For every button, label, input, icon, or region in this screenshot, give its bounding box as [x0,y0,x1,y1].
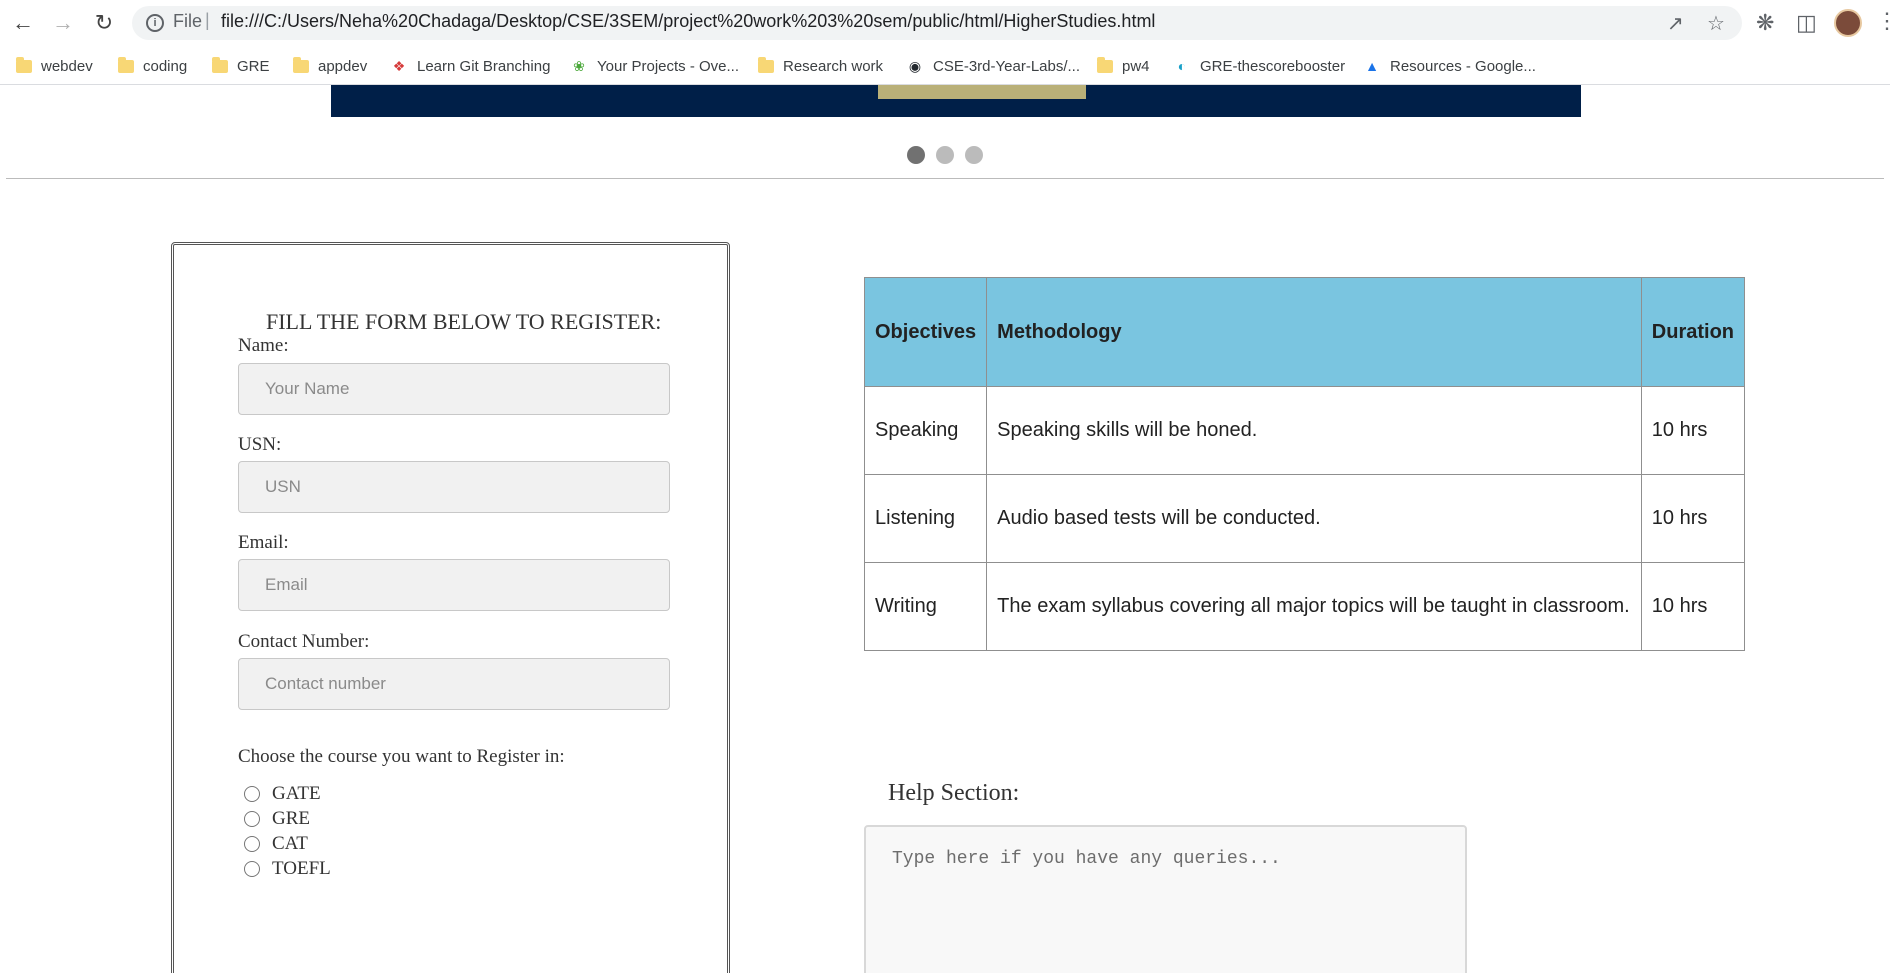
carousel-dot-3[interactable] [965,146,983,164]
bookmark-gre-thescorebooster[interactable]: ◐ GRE-thescorebooster [1173,55,1345,77]
bookmark-pw4[interactable]: pw4 [1097,55,1150,77]
radio-label: GATE [272,783,321,804]
contact-input[interactable] [238,658,670,710]
bookmark-your-projects[interactable]: ❀ Your Projects - Ove... [570,55,739,77]
cell-duration: 10 hrs [1640,474,1746,563]
carousel-banner [331,85,1581,117]
git-branch-icon: ❖ [392,57,406,74]
radio-cat[interactable]: CAT [244,833,308,855]
info-icon[interactable]: i [146,14,164,32]
carousel-dot-2[interactable] [936,146,954,164]
email-label: Email: [238,532,289,553]
table-row: Writing The exam syllabus covering all m… [863,562,1746,651]
usn-input[interactable] [238,461,670,513]
leaf-icon: ❀ [573,57,585,74]
bookmark-resources-google[interactable]: ▲ Resources - Google... [1363,55,1536,77]
back-arrow-icon[interactable]: ← [10,10,36,36]
cell-objective: Listening [863,474,988,563]
github-icon: ◉ [908,57,922,74]
folder-icon [1097,56,1113,73]
url-separator: | [205,10,210,30]
form-title: FILL THE FORM BELOW TO REGISTER: [266,309,662,334]
radio-gate[interactable]: GATE [244,783,321,805]
folder-icon [118,56,134,73]
bookmark-label: Research work [783,57,884,75]
header-objectives: Objectives [863,277,988,387]
course-prompt: Choose the course you want to Register i… [238,746,565,767]
help-textarea[interactable] [864,825,1467,973]
objectives-table: Objectives Methodology Duration Speaking… [863,277,1746,651]
folder-icon [212,56,228,73]
bookmarks-bar: webdev coding GRE appdev ❖ Learn Git Bran… [0,46,1890,85]
bookmark-webdev[interactable]: webdev [16,55,93,77]
bookmark-label: CSE-3rd-Year-Labs/... [933,57,1081,75]
radio-gre[interactable]: GRE [244,808,310,830]
bookmark-label: appdev [318,57,368,75]
bookmark-cse-labs[interactable]: ◉ CSE-3rd-Year-Labs/... [906,55,1080,77]
bookmark-label: Your Projects - Ove... [597,57,740,75]
cell-duration: 10 hrs [1640,386,1746,475]
header-methodology: Methodology [986,277,1642,387]
url-scheme-label: File [173,11,203,31]
bookmark-appdev[interactable]: appdev [293,55,367,77]
bookmark-label: Learn Git Branching [417,57,551,75]
side-panel-icon[interactable]: ◫ [1796,10,1817,36]
cell-methodology: Audio based tests will be conducted. [986,474,1642,563]
contact-label: Contact Number: [238,631,370,652]
table-row: Listening Audio based tests will be cond… [863,474,1746,563]
radio-toefl[interactable]: TOEFL [244,858,331,880]
usn-label: USN: [238,434,282,455]
radio-button[interactable] [244,861,260,877]
registration-form: FILL THE FORM BELOW TO REGISTER: Name: U… [171,242,730,973]
header-duration: Duration [1640,277,1746,387]
bookmark-label: coding [143,57,188,75]
cell-methodology: Speaking skills will be honed. [986,386,1642,475]
table-header-row: Objectives Methodology Duration [863,277,1746,387]
name-input[interactable] [238,363,670,415]
bookmark-label: GRE-thescorebooster [1200,57,1346,75]
bookmark-learn-git-branching[interactable]: ❖ Learn Git Branching [390,55,551,77]
share-icon[interactable]: ↗ [1667,11,1684,36]
page-content: FILL THE FORM BELOW TO REGISTER: Name: U… [0,85,1890,973]
radio-label: GRE [272,808,310,829]
menu-kebab-icon[interactable]: ⋮ [1876,8,1890,34]
bookmark-label: pw4 [1122,57,1150,75]
radio-button[interactable] [244,836,260,852]
cell-methodology: The exam syllabus covering all major top… [986,562,1642,651]
url-text[interactable]: file:///C:/Users/Neha%20Chadaga/Desktop/… [221,11,1155,32]
cell-objective: Writing [863,562,988,651]
email-input[interactable] [238,559,670,611]
gauge-icon: ◐ [1177,58,1187,74]
name-label: Name: [238,335,289,356]
radio-button[interactable] [244,811,260,827]
folder-icon [758,56,774,73]
extensions-puzzle-icon[interactable]: ❋ [1756,10,1774,36]
cell-objective: Speaking [863,386,988,475]
reload-icon[interactable]: ↻ [91,10,117,36]
forward-arrow-icon[interactable]: → [50,10,76,36]
google-drive-icon: ▲ [1365,58,1379,74]
folder-icon [293,56,309,73]
bookmark-coding[interactable]: coding [118,55,187,77]
bookmark-label: GRE [237,57,270,75]
bookmark-gre[interactable]: GRE [212,55,270,77]
folder-icon [16,56,32,73]
carousel-dot-1[interactable] [907,146,925,164]
radio-label: CAT [272,833,308,854]
divider [6,178,1884,179]
table-row: Speaking Speaking skills will be honed. … [863,386,1746,475]
radio-button[interactable] [244,786,260,802]
banner-button[interactable] [878,85,1086,99]
profile-avatar[interactable] [1834,9,1862,37]
bookmark-label: Resources - Google... [1390,57,1536,75]
radio-label: TOEFL [272,858,331,879]
help-section-label: Help Section: [888,780,1020,806]
cell-duration: 10 hrs [1640,562,1746,651]
bookmark-research-work[interactable]: Research work [758,55,883,77]
star-icon[interactable]: ☆ [1707,11,1725,36]
bookmark-label: webdev [41,57,93,75]
browser-toolbar: ← → ↻ i File | file:///C:/Users/Neha%20C… [0,0,1890,46]
